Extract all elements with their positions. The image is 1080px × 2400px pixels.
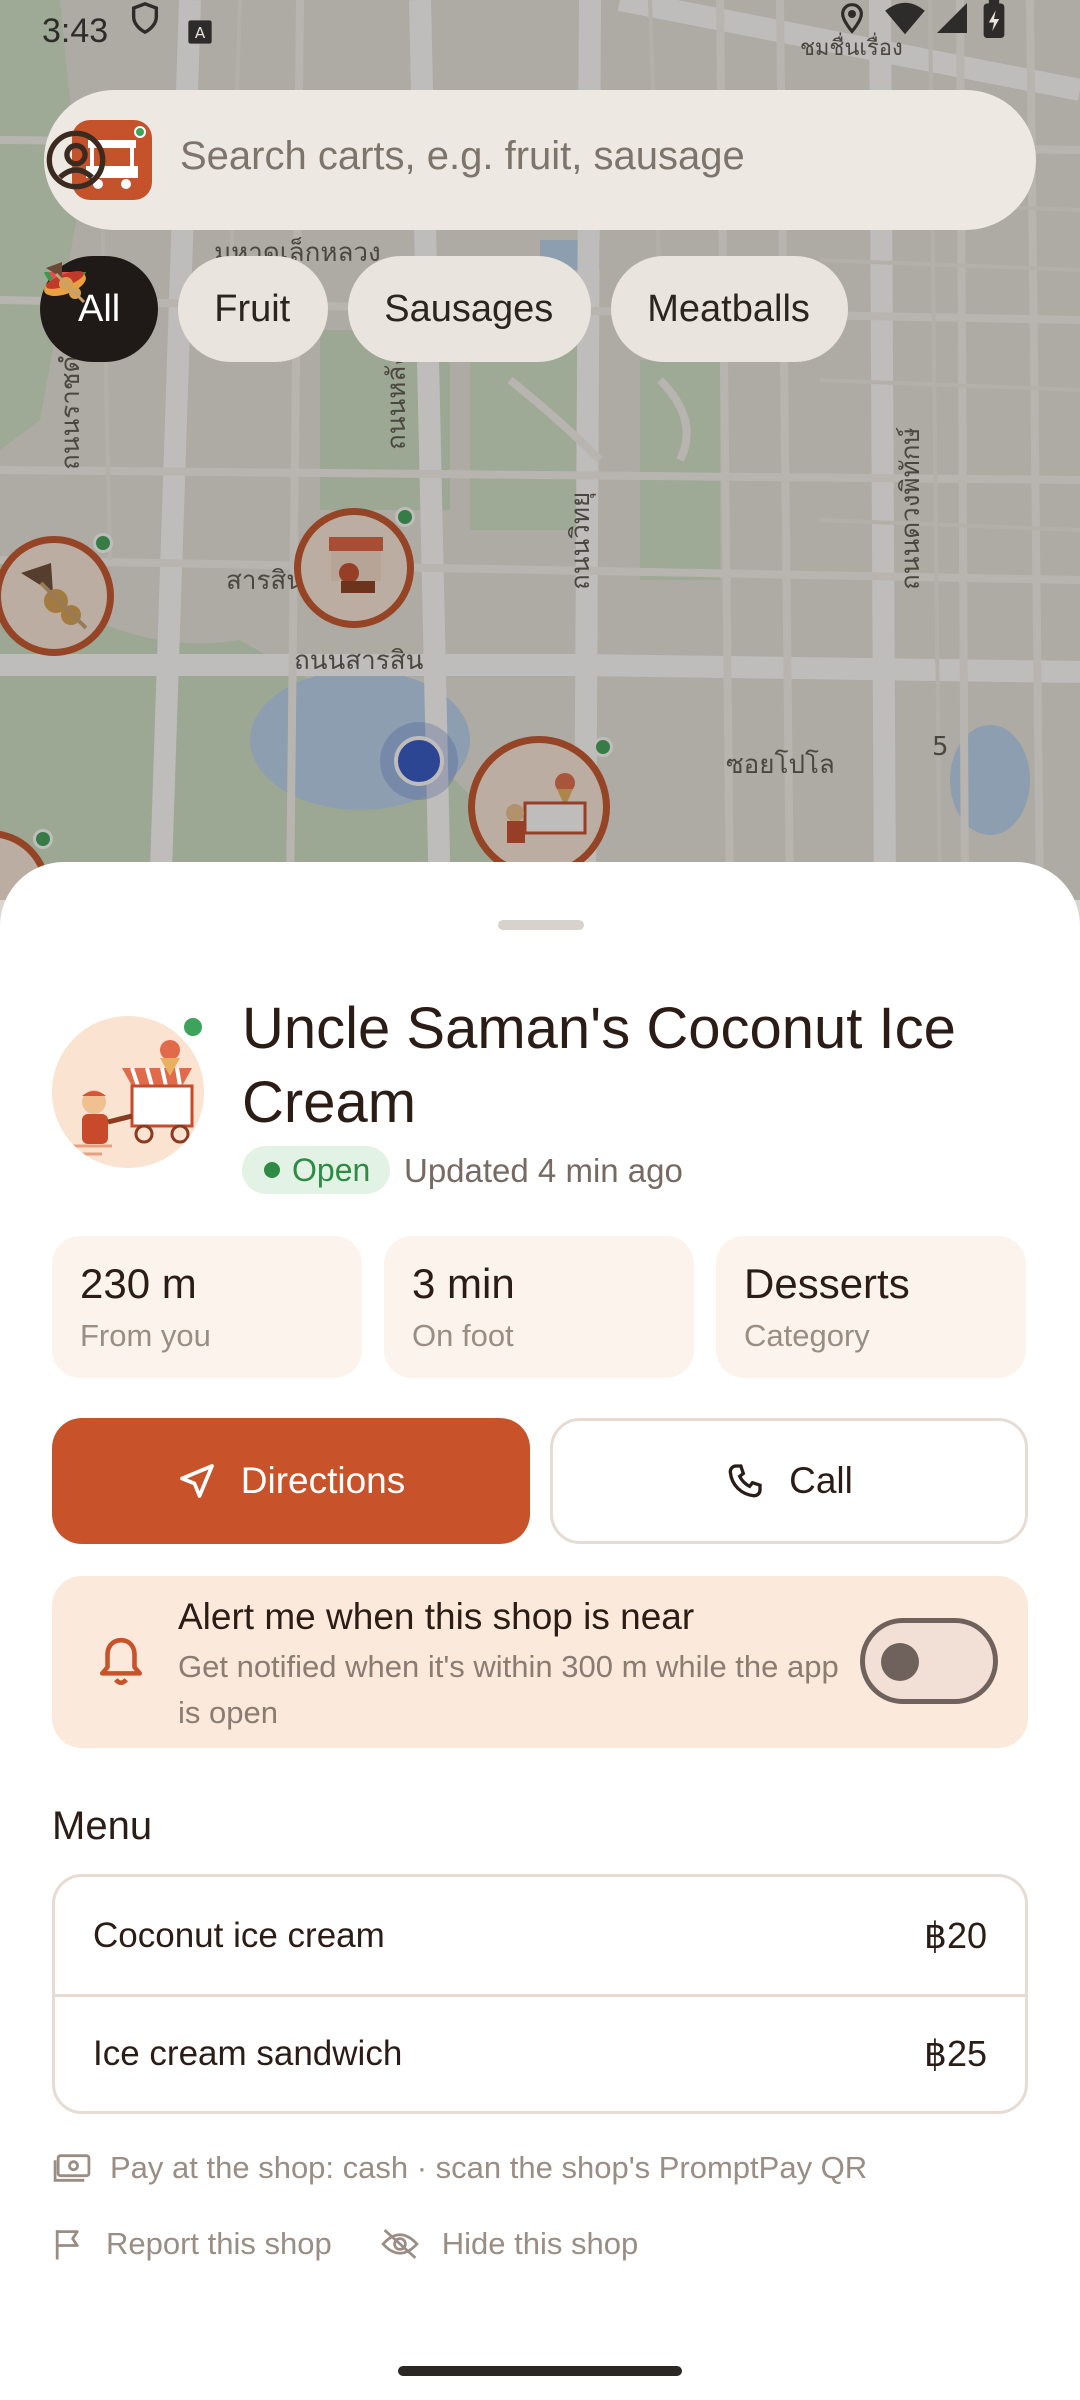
eye-off-icon xyxy=(380,2229,419,2259)
chip-meatballs[interactable]: Meatballs xyxy=(46,256,848,362)
keyboard-a-icon: A xyxy=(188,20,212,44)
location-icon xyxy=(841,3,863,34)
ice-cream-vendor-illustration xyxy=(52,1016,204,1168)
status-dot xyxy=(264,1162,280,1178)
chip-label: Fruit xyxy=(214,287,291,330)
wifi-icon xyxy=(885,2,925,35)
call-button[interactable]: Call xyxy=(550,1418,1028,1544)
stat-label: From you xyxy=(80,1318,211,1353)
menu-heading: Menu xyxy=(52,1804,153,1848)
chip-label: Meatballs xyxy=(647,287,810,330)
chip-fruit[interactable]: Fruit xyxy=(44,256,329,362)
directions-label: Directions xyxy=(240,1460,406,1501)
svg-text:A: A xyxy=(195,24,206,42)
hide-label: Hide this shop xyxy=(441,2226,639,2261)
stat-walk-time: 3 min On foot xyxy=(384,1236,694,1378)
payment-info: Pay at the shop: cash · scan the shop's … xyxy=(52,2150,867,2186)
menu-item: Ice cream sandwich ฿25 xyxy=(55,1994,1025,2111)
skewer-icon xyxy=(46,262,86,304)
status-bar: 3:43 A xyxy=(0,0,1080,64)
chip-label: Sausages xyxy=(384,287,554,330)
alert-title: Alert me when this shop is near xyxy=(178,1596,695,1637)
chip-sausages[interactable]: Sausages xyxy=(44,256,592,362)
report-shop-link[interactable]: Report this shop xyxy=(52,2226,332,2262)
status-time: 3:43 xyxy=(42,12,109,50)
gesture-nav-bar[interactable] xyxy=(398,2366,682,2376)
updated-time: Updated 4 min ago xyxy=(404,1152,683,1189)
toggle-knob xyxy=(881,1643,919,1681)
menu-item-name: Coconut ice cream xyxy=(93,1915,385,1955)
report-label: Report this shop xyxy=(106,2226,332,2261)
menu-item-price: ฿25 xyxy=(924,2033,987,2074)
status-text: Open xyxy=(292,1151,371,1188)
shop-avatar xyxy=(52,1016,204,1168)
status-badge: Open xyxy=(242,1146,391,1194)
shop-actions: Report this shop Hide this shop xyxy=(52,2226,686,2262)
open-indicator xyxy=(180,1014,206,1040)
category-chips: All Fruit Sausages Meatballs xyxy=(40,256,848,362)
cash-icon xyxy=(53,2154,91,2182)
navigation-arrow-icon xyxy=(179,1464,214,1498)
drag-handle[interactable] xyxy=(498,920,584,930)
map-view[interactable]: มหาดเล็กหลวง สารสิน ถนนสารสิน ซอยโปโล 5 … xyxy=(0,0,1080,900)
menu-item-name: Ice cream sandwich xyxy=(93,2034,403,2073)
stat-value: 230 m xyxy=(80,1260,197,1307)
bell-icon xyxy=(100,1637,142,1685)
shop-detail-sheet: Uncle Saman's Coconut Ice Cream Open Upd… xyxy=(0,862,1080,2400)
stat-label: Category xyxy=(744,1318,870,1353)
alert-subtitle: Get notified when it's within 300 m whil… xyxy=(178,1649,839,1730)
flag-icon xyxy=(55,2230,79,2260)
proximity-alert-toggle[interactable] xyxy=(860,1618,998,1704)
stat-distance: 230 m From you xyxy=(52,1236,362,1378)
phone-icon xyxy=(728,1464,762,1498)
menu-list: Coconut ice cream ฿20 Ice cream sandwich… xyxy=(52,1874,1028,2114)
proximity-alert-card: Alert me when this shop is near Get noti… xyxy=(52,1576,1028,1748)
menu-item: Coconut ice cream ฿20 xyxy=(55,1877,1025,1994)
signal-icon xyxy=(937,3,967,33)
stat-value: Desserts xyxy=(744,1260,910,1307)
search-input[interactable]: Search carts, e.g. fruit, sausage xyxy=(180,134,745,179)
payment-text: Pay at the shop: cash · scan the shop's … xyxy=(110,2150,868,2185)
shop-stats: 230 m From you 3 min On foot Desserts Ca… xyxy=(52,1236,1026,1378)
shield-icon xyxy=(131,2,159,35)
directions-button[interactable]: Directions xyxy=(52,1418,530,1544)
hide-shop-link[interactable]: Hide this shop xyxy=(380,2226,638,2262)
shop-name: Uncle Saman's Coconut Ice Cream xyxy=(242,996,956,1135)
stat-value: 3 min xyxy=(412,1260,515,1307)
menu-item-price: ฿20 xyxy=(924,1914,987,1956)
stat-label: On foot xyxy=(412,1318,514,1353)
stat-category: Desserts Category xyxy=(716,1236,1026,1378)
call-label: Call xyxy=(789,1460,853,1501)
search-bar[interactable]: Search carts, e.g. fruit, sausage xyxy=(44,90,1036,230)
account-icon[interactable] xyxy=(44,128,108,192)
battery-icon xyxy=(983,0,1005,38)
online-indicator xyxy=(134,126,146,138)
